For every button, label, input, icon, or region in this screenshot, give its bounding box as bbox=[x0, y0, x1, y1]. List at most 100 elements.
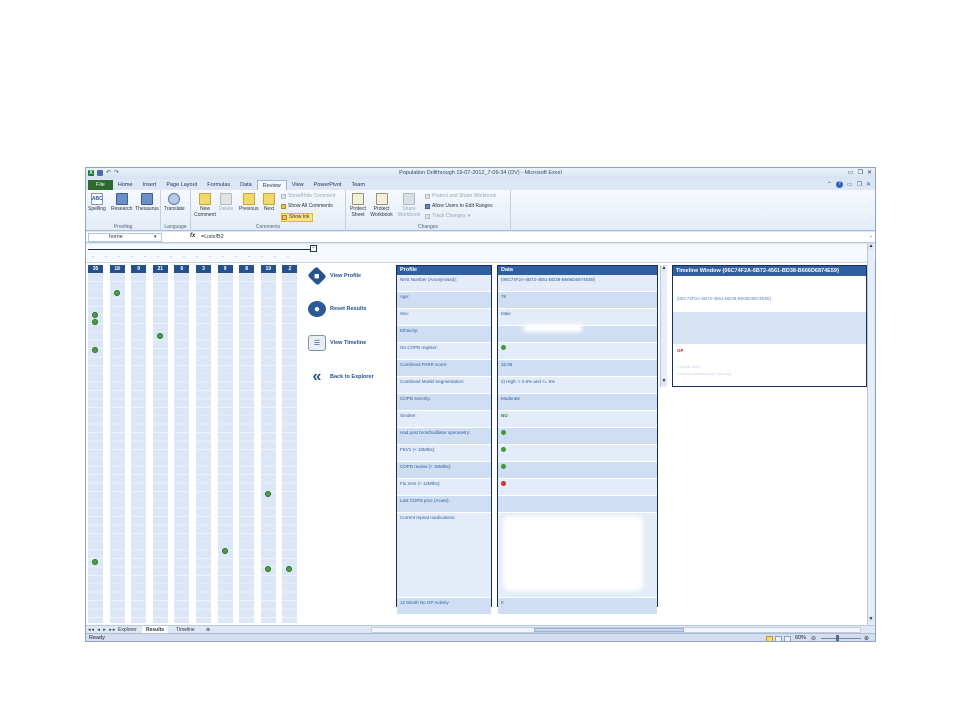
formula-input[interactable]: =Lists!B2 bbox=[201, 233, 224, 241]
result-column[interactable]: 9 bbox=[217, 265, 233, 623]
workbook-close-icon[interactable]: ✕ bbox=[866, 181, 871, 188]
workbook-minimize-icon[interactable]: ▭ bbox=[847, 181, 853, 188]
collapse-group-button[interactable]: − bbox=[310, 245, 317, 252]
share-workbook-button[interactable]: Share Workbook bbox=[396, 193, 422, 218]
data-row[interactable] bbox=[498, 479, 657, 496]
column-count-header[interactable]: 3 bbox=[196, 265, 211, 273]
tab-data[interactable]: Data bbox=[235, 180, 257, 190]
result-column[interactable]: 18 bbox=[109, 265, 125, 623]
view-timeline-button[interactable]: ☰ View Timeline bbox=[308, 335, 366, 351]
reset-results-button[interactable]: ● Reset Results bbox=[308, 301, 366, 317]
column-count-header[interactable]: 8 bbox=[239, 265, 255, 273]
data-row[interactable]: {06C74F2A-6B72-4561-BD38-B666D6874E59} bbox=[498, 275, 657, 292]
name-box[interactable]: home bbox=[88, 233, 162, 242]
tab-powerpivot[interactable]: PowerPivot bbox=[309, 180, 347, 190]
ribbon-right-controls: ⌃ ? ▭ ❐ ✕ bbox=[827, 181, 871, 188]
sheet-vertical-scrollbar[interactable]: ▲ ▼ bbox=[867, 243, 874, 625]
restore-icon[interactable]: ❐ bbox=[858, 169, 863, 176]
result-column[interactable]: 8 bbox=[239, 265, 255, 623]
expand-formula-bar-icon[interactable]: ⌄ bbox=[869, 233, 873, 239]
data-row[interactable] bbox=[498, 445, 657, 462]
data-row[interactable] bbox=[498, 496, 657, 513]
track-changes-button[interactable]: Track Changes ▾ bbox=[425, 213, 470, 220]
data-row[interactable]: NO bbox=[498, 411, 657, 428]
worksheet-results[interactable]: 35 18 9 21 6 3 9 8 19 2 ◆ View Profile ● Reset Re… bbox=[86, 263, 867, 625]
function-icon[interactable]: fx bbox=[190, 233, 195, 239]
collapse-ribbon-icon[interactable]: ⌃ bbox=[827, 181, 832, 188]
data-row[interactable]: 32.08 bbox=[498, 360, 657, 377]
tab-file[interactable]: File bbox=[88, 180, 113, 190]
title-bar: X ↶ ↷ Population Drillthrough 19-07-2012… bbox=[86, 168, 875, 179]
column-count-header[interactable]: 35 bbox=[88, 265, 103, 273]
new-comment-button[interactable]: New Comment bbox=[194, 193, 216, 218]
close-icon[interactable]: ✕ bbox=[867, 169, 872, 176]
column-count-header[interactable]: 9 bbox=[131, 265, 147, 273]
minimize-icon[interactable]: ▭ bbox=[848, 169, 854, 176]
show-all-comments-button[interactable]: Show All Comments bbox=[281, 203, 333, 210]
scroll-down-icon[interactable]: ▼ bbox=[661, 378, 667, 385]
result-column[interactable]: 19 bbox=[260, 265, 276, 623]
translate-button[interactable]: Translate bbox=[164, 193, 185, 212]
research-button[interactable]: Research bbox=[111, 193, 132, 212]
spelling-button[interactable]: ABC Spelling bbox=[88, 193, 106, 212]
data-row[interactable] bbox=[498, 462, 657, 479]
zoom-in-icon[interactable]: ⊕ bbox=[864, 635, 869, 641]
result-column[interactable]: 35 bbox=[88, 265, 103, 623]
data-row[interactable]: Moderate bbox=[498, 394, 657, 411]
view-profile-button[interactable]: ◆ View Profile bbox=[307, 266, 361, 286]
result-column[interactable]: 21 bbox=[152, 265, 168, 623]
tab-review[interactable]: Review bbox=[256, 180, 287, 190]
horizontal-scroll-thumb[interactable] bbox=[534, 628, 684, 632]
show-ink-button[interactable]: Show Ink bbox=[281, 213, 313, 222]
column-count-header[interactable]: 9 bbox=[217, 265, 233, 273]
column-count-header[interactable]: 18 bbox=[109, 265, 125, 273]
data-row[interactable] bbox=[498, 343, 657, 360]
allow-users-edit-ranges-button[interactable]: Allow Users to Edit Ranges bbox=[425, 203, 493, 210]
protect-share-workbook-button[interactable]: Protect and Share Workbook bbox=[425, 193, 496, 200]
data-panel-scrollbar[interactable]: ▲ ▼ bbox=[660, 265, 667, 387]
column-count-header[interactable]: 19 bbox=[260, 265, 276, 273]
zoom-slider[interactable] bbox=[821, 638, 861, 639]
result-column[interactable]: 3 bbox=[196, 265, 211, 623]
tab-page-layout[interactable]: Page Layout bbox=[161, 180, 202, 190]
protect-sheet-button[interactable]: Protect Sheet bbox=[348, 193, 368, 218]
page-layout-view-icon[interactable] bbox=[775, 636, 782, 641]
tab-home[interactable]: Home bbox=[113, 180, 138, 190]
help-icon[interactable]: ? bbox=[835, 181, 843, 188]
new-comment-label: New Comment bbox=[194, 206, 216, 218]
next-comment-button[interactable]: Next bbox=[263, 193, 275, 212]
result-column[interactable]: 2 bbox=[282, 265, 298, 623]
show-hide-comment-button[interactable]: Show/Hide Comment bbox=[281, 193, 335, 200]
page-break-view-icon[interactable] bbox=[784, 636, 791, 641]
profile-row-label: Age: bbox=[397, 292, 491, 309]
data-row[interactable]: 0 bbox=[498, 598, 657, 615]
column-count-header[interactable]: 6 bbox=[174, 265, 190, 273]
zoom-out-icon[interactable]: ⊖ bbox=[811, 635, 816, 641]
back-to-explorer-button[interactable]: « Back to Explorer bbox=[308, 368, 374, 385]
previous-comment-button[interactable]: Previous bbox=[239, 193, 258, 212]
column-count-header[interactable]: 21 bbox=[152, 265, 168, 273]
tab-insert[interactable]: Insert bbox=[138, 180, 162, 190]
sheet-scroll-track[interactable] bbox=[868, 250, 874, 616]
delete-comment-button[interactable]: Delete bbox=[219, 193, 233, 212]
data-row[interactable]: 78 bbox=[498, 292, 657, 309]
data-row[interactable] bbox=[498, 428, 657, 445]
result-column[interactable]: 6 bbox=[174, 265, 190, 623]
protect-workbook-button[interactable]: Protect Workbook bbox=[369, 193, 394, 218]
workbook-restore-icon[interactable]: ❐ bbox=[857, 181, 862, 188]
data-row[interactable]: 2) High: > 0.5% and <= 5% bbox=[498, 377, 657, 394]
scroll-up-icon[interactable]: ▲ bbox=[661, 265, 667, 272]
normal-view-icon[interactable] bbox=[766, 636, 773, 641]
scroll-down-icon[interactable]: ▼ bbox=[868, 616, 874, 623]
result-column[interactable]: 9 bbox=[131, 265, 147, 623]
chevron-down-icon[interactable]: ▾ bbox=[154, 234, 157, 240]
zoom-slider-handle[interactable] bbox=[836, 635, 839, 641]
scroll-up-icon[interactable]: ▲ bbox=[868, 243, 874, 250]
tab-formulas[interactable]: Formulas bbox=[202, 180, 235, 190]
tab-team[interactable]: Team bbox=[346, 180, 369, 190]
tab-view[interactable]: View bbox=[287, 180, 309, 190]
scroll-track[interactable] bbox=[661, 272, 667, 378]
thesaurus-button[interactable]: Thesaurus bbox=[135, 193, 159, 212]
zoom-level[interactable]: 60% bbox=[795, 635, 806, 641]
column-count-header[interactable]: 2 bbox=[282, 265, 298, 273]
